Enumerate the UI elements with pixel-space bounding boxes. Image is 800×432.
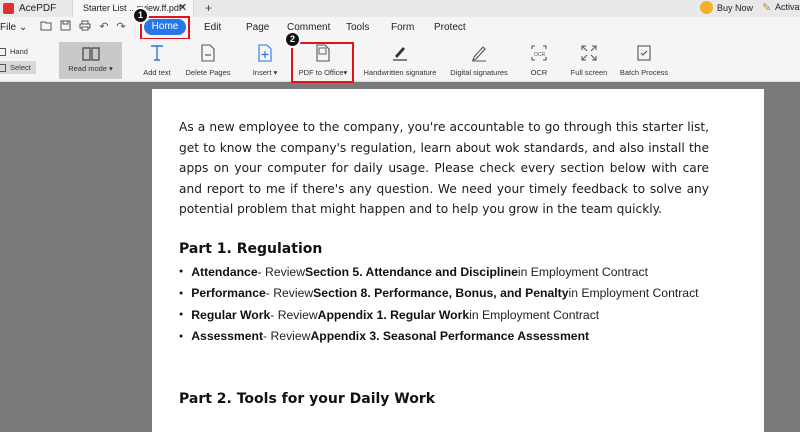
hand-checkbox-icon [0,47,6,56]
pen-signature-icon [391,42,409,64]
list-item: Attendance - Review Section 5. Attendanc… [179,261,699,283]
tab-protect[interactable]: Protect [434,22,466,33]
select-label: Select [10,63,31,72]
document-page: As a new employee to the company, you're… [152,89,764,432]
part-2-heading: Part 2. Tools for your Daily Work [179,391,436,407]
batch-process-button[interactable]: Batch Process [618,39,670,82]
buy-now-label: Buy Now [717,2,754,13]
batch-process-label: Batch Process [619,68,669,77]
step-2-badge: 2 [284,31,301,48]
tab-tools[interactable]: Tools [346,22,369,33]
list-item: Regular Work - Review Appendix 1. Regula… [179,304,699,326]
tab-form[interactable]: Form [391,22,414,33]
digital-signatures-button[interactable]: Digital signatures [447,39,511,82]
hand-select-group: Hand Select [0,45,36,74]
redo-icon[interactable]: ↷ [114,20,128,34]
step-1-badge: 1 [132,7,149,24]
select-tool-button[interactable]: Select [0,61,36,74]
new-tab-button[interactable]: + [205,1,212,15]
pdf-to-office-highlight-box [291,42,354,83]
buy-now-icon [700,1,713,14]
app-name: AcePDF [19,3,57,14]
digital-signatures-label: Digital signatures [450,68,508,77]
regulation-list: Attendance - Review Section 5. Attendanc… [179,261,699,348]
tab-edit[interactable]: Edit [204,22,221,33]
menu-bar: File ⌄ ↶ ↷ Home Edit Page Comment Tools … [0,17,800,39]
book-icon [81,46,100,62]
insert-button[interactable]: Insert ▾ [250,39,280,82]
list-item: Performance - Review Section 8. Performa… [179,283,698,305]
delete-pages-label: Delete Pages [185,68,231,77]
activate-label: Activat [775,2,800,12]
file-menu[interactable]: File ⌄ [0,22,27,33]
hand-label: Hand [10,47,28,56]
close-tab-icon[interactable]: ✕ [178,1,187,14]
acepdf-logo-icon [3,3,14,14]
select-checkbox-icon [0,63,6,72]
svg-text:OCR: OCR [534,52,546,58]
ocr-label: OCR [530,68,548,77]
delete-pages-button[interactable]: Delete Pages [184,39,232,82]
title-bar: AcePDF Starter List ...eview.ff.pdf* ✕ +… [0,0,800,17]
read-mode-label: Read mode ▾ [68,64,113,73]
handwritten-signature-label: Handwritten signature [363,68,437,77]
batch-process-icon [636,42,652,64]
delete-page-icon [200,42,216,64]
tab-page[interactable]: Page [246,22,269,33]
insert-label: Insert ▾ [252,68,278,77]
ocr-button[interactable]: OCR OCR [526,39,552,82]
ocr-icon: OCR [530,42,548,64]
full-screen-label: Full screen [570,68,608,77]
insert-page-icon [257,42,273,64]
save-icon[interactable] [60,20,74,34]
add-text-label: Add text [143,68,171,77]
open-folder-icon[interactable] [40,20,54,34]
handwritten-signature-button[interactable]: Handwritten signature [360,39,440,82]
text-tool-icon [149,42,165,64]
add-text-button[interactable]: Add text [141,39,173,82]
ribbon-toolbar: Hand Select Read mode ▾ Add text Delete … [0,39,800,82]
digital-signature-icon [470,42,488,64]
expand-icon [581,42,597,64]
list-item: Assessment - Review Appendix 3. Seasonal… [179,326,699,348]
read-mode-button[interactable]: Read mode ▾ [59,42,122,79]
hand-tool-button[interactable]: Hand [0,45,36,58]
undo-icon[interactable]: ↶ [97,20,111,34]
intro-paragraph: As a new employee to the company, you're… [179,120,709,216]
part-1-heading: Part 1. Regulation [179,241,323,257]
buy-now-button[interactable]: Buy Now [700,1,753,14]
print-icon[interactable] [79,20,93,34]
key-icon: ✎ [762,2,772,14]
activate-button[interactable]: ✎ Activat [762,1,800,14]
full-screen-button[interactable]: Full screen [568,39,610,82]
